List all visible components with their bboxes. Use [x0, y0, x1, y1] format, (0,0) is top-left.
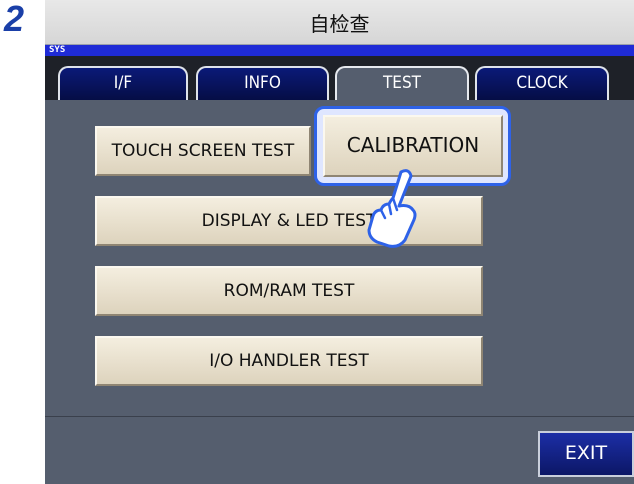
step-number: 2 — [4, 0, 25, 39]
tab-label: TEST — [382, 73, 422, 93]
mode-bar: SYS — [45, 45, 634, 56]
tab-if[interactable]: I/F — [58, 66, 188, 100]
io-handler-test-button[interactable]: I/O HANDLER TEST — [95, 336, 483, 386]
mode-label: SYS — [49, 45, 66, 55]
tab-test[interactable]: TEST — [335, 66, 469, 100]
title-bar: 自检查 — [45, 0, 634, 45]
footer-divider — [45, 416, 634, 417]
display-led-test-button[interactable]: DISPLAY & LED TEST — [95, 196, 483, 246]
rom-ram-test-button[interactable]: ROM/RAM TEST — [95, 266, 483, 316]
exit-button[interactable]: EXIT — [538, 431, 634, 477]
device-screen: 自检查 SYS I/F INFO TEST CLOCK TOUCH SCREEN… — [45, 0, 634, 484]
page-title: 自检查 — [309, 12, 370, 36]
tab-info[interactable]: INFO — [196, 66, 329, 100]
tab-clock[interactable]: CLOCK — [475, 66, 609, 100]
tab-label: INFO — [244, 73, 281, 93]
tab-label: CLOCK — [516, 73, 568, 93]
tab-strip: I/F INFO TEST CLOCK — [45, 56, 634, 100]
tab-label: I/F — [113, 73, 133, 93]
pointing-hand-icon — [367, 169, 417, 248]
touch-screen-test-button[interactable]: TOUCH SCREEN TEST — [95, 126, 311, 176]
